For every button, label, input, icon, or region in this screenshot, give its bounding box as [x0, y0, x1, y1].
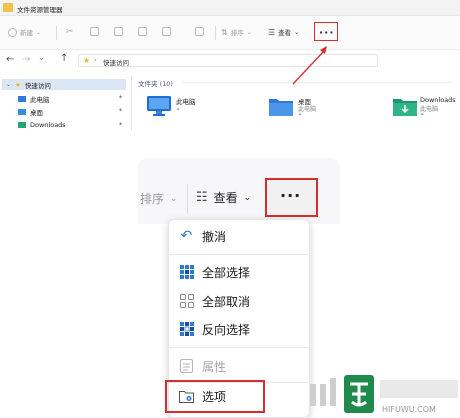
- paste-button[interactable]: [114, 27, 123, 36]
- invert-selection-icon: [179, 322, 194, 337]
- desktop-icon: [18, 109, 26, 115]
- desktop-folder-icon: [269, 99, 293, 116]
- toolbar-divider: [56, 26, 57, 40]
- file-item-desktop[interactable]: 桌面 此电脑 ✦: [268, 95, 316, 119]
- computer-icon: [18, 96, 26, 102]
- computer-icon: [147, 96, 171, 116]
- toolbar-divider: [187, 184, 188, 214]
- chevron-down-icon: ⌄: [246, 28, 252, 36]
- watermark-text: HIFUWU.COM: [382, 405, 436, 414]
- chevron-down-icon: ⌄: [243, 192, 252, 203]
- zoom-more-button[interactable]: ···: [280, 186, 301, 205]
- chevron-down-icon: ⌄: [6, 81, 12, 88]
- sidebar-item-this-pc[interactable]: 此电脑: [18, 94, 50, 104]
- sidebar-item-downloads[interactable]: Downloads: [18, 121, 66, 129]
- zoom-sort-button[interactable]: 排序 ⌄: [140, 190, 178, 207]
- options-highlight: [165, 380, 265, 413]
- window-title: 文件资源管理器: [17, 6, 63, 14]
- view-icon: ☷: [196, 190, 208, 205]
- group-header: 文件夹 (10): [138, 80, 173, 88]
- chevron-down-icon: ⌄: [36, 28, 42, 36]
- site-watermark-logo: HIFUWU.COM: [310, 375, 458, 414]
- menu-item-properties[interactable]: 属性: [169, 354, 311, 378]
- delete-button[interactable]: [195, 27, 204, 36]
- rename-button[interactable]: [138, 27, 147, 36]
- menu-item-select-none[interactable]: 全部取消: [169, 289, 311, 313]
- recent-chevron-icon[interactable]: ⌄: [38, 53, 45, 62]
- cut-icon: ✂: [66, 27, 74, 37]
- rename-icon: [138, 27, 147, 36]
- breadcrumb-separator-icon: ›: [94, 56, 97, 64]
- menu-item-select-all[interactable]: 全部选择: [169, 260, 311, 284]
- select-none-icon: [179, 294, 194, 309]
- menu-divider: [169, 254, 311, 255]
- star-icon: ★: [15, 80, 21, 89]
- menu-divider: [169, 347, 311, 348]
- star-icon: ★: [83, 56, 91, 65]
- toolbar: 新建 ⌄ ✂ ⇅ 排序 ⌄ ☰ 查看 ⌄: [0, 16, 460, 50]
- sidebar-item-quick-access[interactable]: ⌄ ★ 快速访问: [2, 79, 126, 90]
- file-item-downloads[interactable]: Downloads 此电脑 ✦: [392, 95, 456, 119]
- sidebar: ⌄ ★ 快速访问 此电脑 ✦ 桌面 ✦ Downloads ✦: [0, 76, 128, 130]
- pin-icon: ✦: [420, 112, 425, 118]
- select-all-icon: [179, 265, 194, 280]
- zoom-view-button[interactable]: ☷ 查看 ⌄: [196, 189, 251, 206]
- up-arrow-icon[interactable]: ↑: [60, 53, 68, 64]
- pin-icon: ✦: [118, 94, 124, 101]
- sidebar-divider: [131, 76, 132, 130]
- paste-icon: [114, 27, 123, 36]
- cut-button[interactable]: ✂: [66, 27, 74, 37]
- properties-icon: [179, 359, 194, 374]
- delete-icon: [195, 27, 204, 36]
- share-button[interactable]: [162, 27, 171, 36]
- download-icon: [18, 122, 26, 128]
- pin-icon: ✦: [176, 107, 181, 113]
- pin-icon: ✦: [118, 121, 124, 128]
- breadcrumb: 快速访问: [103, 59, 129, 67]
- share-icon: [162, 27, 171, 36]
- title-bar: 文件资源管理器: [0, 0, 460, 16]
- downloads-folder-icon: [393, 99, 417, 116]
- forward-arrow-icon[interactable]: →: [22, 54, 30, 65]
- new-button[interactable]: 新建 ⌄: [8, 27, 41, 37]
- chevron-down-icon: ⌄: [170, 193, 178, 204]
- view-button[interactable]: ☰ 查看 ⌄: [268, 27, 300, 38]
- file-item-this-pc[interactable]: 此电脑 ✦: [146, 95, 196, 119]
- copy-icon: [90, 27, 99, 36]
- copy-button[interactable]: [90, 27, 99, 36]
- more-button[interactable]: ···: [319, 26, 335, 39]
- file-name: Downloads: [420, 96, 456, 104]
- sidebar-item-desktop[interactable]: 桌面: [18, 107, 43, 117]
- new-icon: [8, 27, 17, 37]
- back-arrow-icon[interactable]: ←: [6, 54, 14, 65]
- file-name: 此电脑: [176, 98, 196, 106]
- pin-icon: ✦: [298, 112, 303, 118]
- menu-item-undo[interactable]: ↶ 撤消: [169, 224, 311, 248]
- pin-icon: ✦: [118, 107, 124, 114]
- menu-item-invert-selection[interactable]: 反向选择: [169, 317, 311, 341]
- toolbar-divider: [215, 26, 216, 40]
- chevron-down-icon: ⌄: [294, 28, 300, 36]
- undo-icon: ↶: [180, 228, 193, 244]
- sort-button[interactable]: ⇅ 排序 ⌄: [221, 27, 252, 38]
- view-icon: ☰: [268, 27, 276, 37]
- sort-icon: ⇅: [221, 27, 228, 37]
- annotation-arrow-icon: [292, 46, 327, 85]
- folder-icon: [3, 3, 13, 12]
